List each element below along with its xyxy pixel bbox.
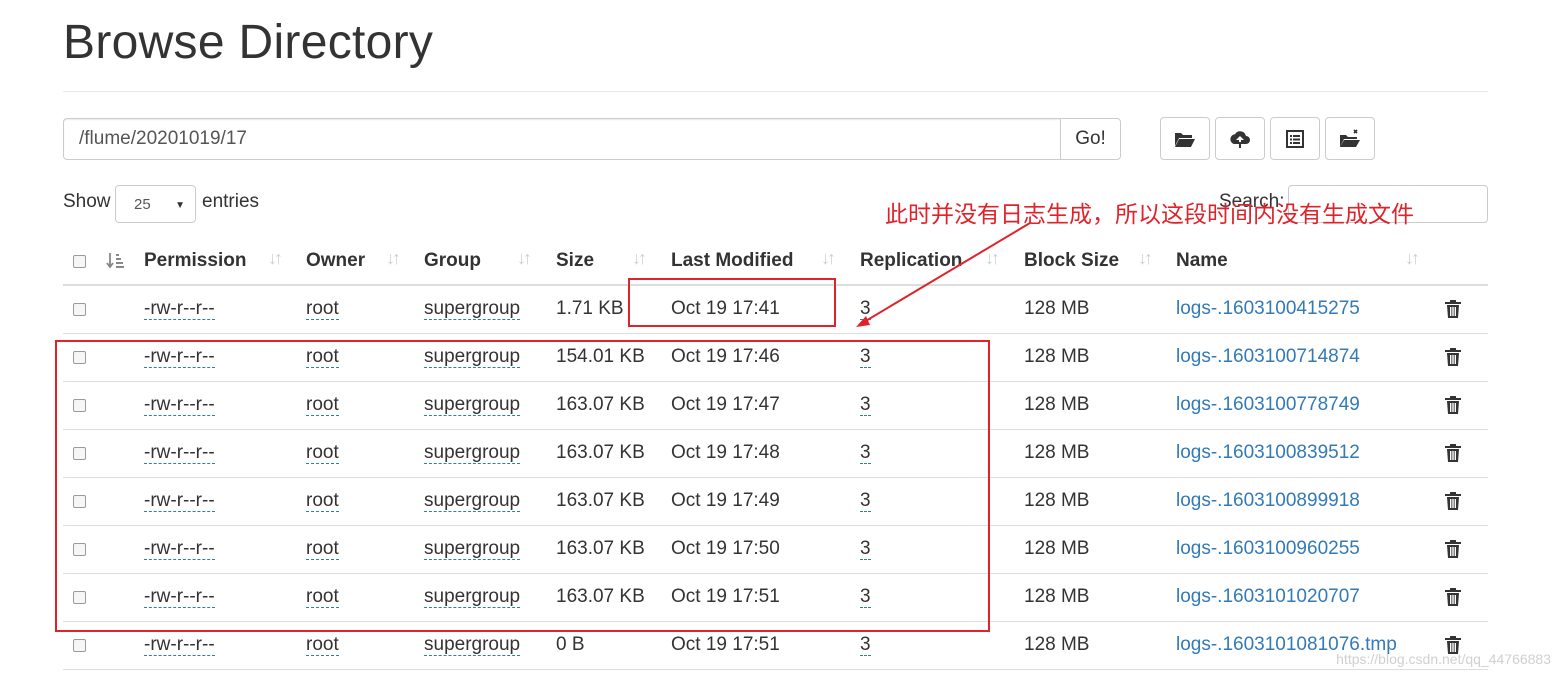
block-size-value: 128 MB	[1024, 442, 1090, 463]
column-header-block-size[interactable]: Block Size	[1024, 238, 1119, 284]
sort-arrows-icon[interactable]: ↓↑	[1138, 248, 1153, 269]
create-directory-button[interactable]	[1160, 117, 1210, 160]
trash-icon	[1444, 299, 1462, 319]
group-value[interactable]: supergroup	[424, 634, 521, 656]
delete-button[interactable]	[1444, 381, 1462, 429]
block-size-value: 128 MB	[1024, 298, 1090, 319]
sort-order-icon[interactable]	[105, 251, 125, 271]
block-size-value: 128 MB	[1024, 394, 1090, 415]
column-header-replication[interactable]: Replication	[860, 238, 962, 284]
sort-arrows-icon[interactable]: ↓↑	[1405, 248, 1420, 269]
show-label: Show	[63, 191, 111, 212]
block-size-value: 128 MB	[1024, 346, 1090, 367]
file-name-link[interactable]: logs-.1603100778749	[1176, 394, 1360, 416]
folder-open-icon	[1175, 132, 1195, 147]
row-checkbox[interactable]	[73, 302, 86, 316]
page-size-value: 25	[134, 195, 151, 213]
column-header-size[interactable]: Size	[556, 238, 594, 284]
cloud-upload-icon	[1230, 130, 1250, 148]
permission-value[interactable]: -rw-r--r--	[144, 298, 215, 320]
delete-button[interactable]	[1444, 429, 1462, 477]
block-size-value: 128 MB	[1024, 538, 1090, 559]
trash-icon	[1444, 347, 1462, 367]
file-name-link[interactable]: logs-.1603100415275	[1176, 298, 1360, 320]
annotation-text: 此时并没有日志生成，所以这段时间内没有生成文件	[885, 202, 1414, 228]
sort-arrows-icon[interactable]: ↓↑	[985, 248, 1000, 269]
column-header-group[interactable]: Group	[424, 238, 481, 284]
watermark: https://blog.csdn.net/qq_44766883	[1336, 651, 1551, 667]
cut-paste-button[interactable]	[1325, 117, 1375, 160]
file-name-link[interactable]: logs-.1603100839512	[1176, 442, 1360, 464]
upload-files-button[interactable]	[1215, 117, 1265, 160]
annotation-highlight-rows	[55, 340, 990, 632]
column-header-permission[interactable]: Permission	[144, 238, 246, 284]
trash-icon	[1444, 539, 1462, 559]
annotation-highlight-first-row	[628, 278, 836, 327]
page-title: Browse Directory	[63, 16, 434, 69]
column-header-owner[interactable]: Owner	[306, 238, 365, 284]
delete-button[interactable]	[1444, 285, 1462, 333]
directory-path-input[interactable]	[63, 118, 1075, 160]
entries-label: entries	[202, 191, 260, 212]
row-checkbox[interactable]	[73, 638, 86, 652]
file-name-link[interactable]: logs-.1603100714874	[1176, 346, 1360, 368]
block-size-value: 128 MB	[1024, 634, 1090, 655]
file-name-link[interactable]: logs-.1603101020707	[1176, 586, 1360, 608]
owner-value[interactable]: root	[306, 298, 339, 320]
size-value: 1.71 KB	[556, 298, 624, 319]
view-list-button[interactable]	[1270, 117, 1320, 160]
path-bar: Go!	[63, 118, 1122, 160]
delete-button[interactable]	[1444, 333, 1462, 381]
block-size-value: 128 MB	[1024, 586, 1090, 607]
select-all-checkbox[interactable]	[73, 254, 86, 268]
group-value[interactable]: supergroup	[424, 298, 521, 320]
column-header-name[interactable]: Name	[1176, 238, 1228, 284]
sort-arrows-icon[interactable]: ↓↑	[517, 248, 532, 269]
delete-button[interactable]	[1444, 573, 1462, 621]
go-button[interactable]: Go!	[1060, 118, 1121, 160]
trash-icon	[1444, 491, 1462, 511]
sort-arrows-icon[interactable]: ↓↑	[632, 248, 647, 269]
delete-button[interactable]	[1444, 477, 1462, 525]
delete-button[interactable]	[1444, 525, 1462, 573]
replication-value[interactable]: 3	[860, 634, 871, 656]
owner-value[interactable]: root	[306, 634, 339, 656]
permission-value[interactable]: -rw-r--r--	[144, 634, 215, 656]
trash-icon	[1444, 587, 1462, 607]
header-divider	[63, 91, 1488, 92]
cut-folder-icon	[1340, 128, 1360, 147]
sort-arrows-icon[interactable]: ↓↑	[821, 248, 836, 269]
file-name-link[interactable]: logs-.1603100960255	[1176, 538, 1360, 560]
file-name-link[interactable]: logs-.1603100899918	[1176, 490, 1360, 512]
sort-arrows-icon[interactable]: ↓↑	[386, 248, 401, 269]
replication-value[interactable]: 3	[860, 298, 871, 320]
block-size-value: 128 MB	[1024, 490, 1090, 511]
sort-arrows-icon[interactable]: ↓↑	[268, 248, 283, 269]
page-size-select[interactable]: 25 ▼	[115, 185, 196, 223]
trash-icon	[1444, 395, 1462, 415]
trash-icon	[1444, 443, 1462, 463]
chevron-down-icon: ▼	[175, 200, 185, 211]
list-alt-icon	[1286, 129, 1304, 148]
